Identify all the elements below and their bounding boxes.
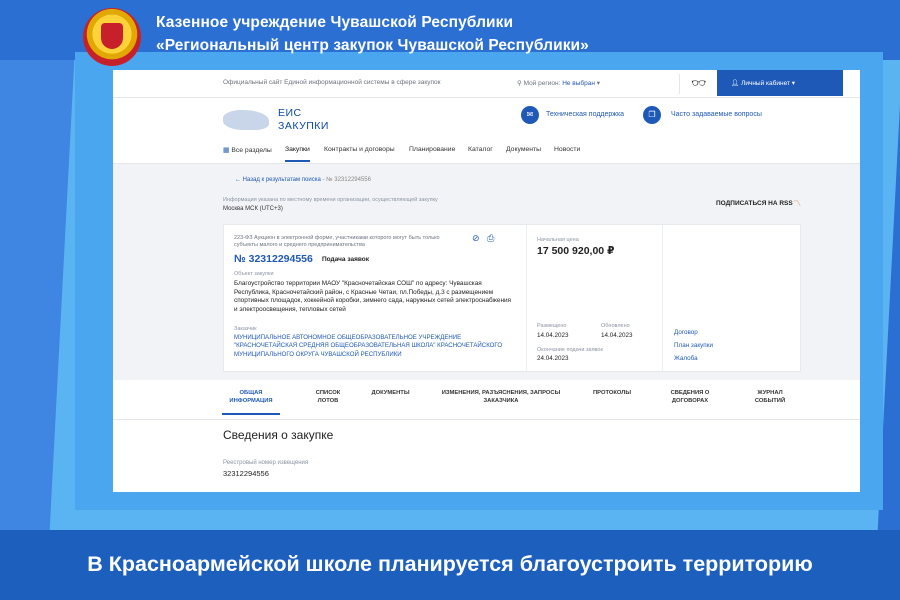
nav-catalog[interactable]: Каталог [468, 146, 493, 153]
tab-contracts-info[interactable]: СВЕДЕНИЯ О ДОГОВОРАХ [661, 390, 719, 405]
faq-link[interactable]: Часто задаваемые вопросы [671, 111, 762, 118]
chuvashia-emblem-icon [83, 8, 141, 66]
nav-documents[interactable]: Документы [506, 146, 541, 153]
updated-date: 14.04.2023 [601, 332, 633, 339]
placed-date: 14.04.2023 [537, 332, 569, 339]
tab-changes[interactable]: ИЗМЕНЕНИЯ, РАЗЪЯСНЕНИЯ, ЗАПРОСЫ ЗАКАЗЧИК… [435, 390, 567, 405]
news-caption: В Красноармейской школе планируется благ… [87, 552, 813, 576]
top-bar: Официальный сайт Единой информационной с… [113, 70, 860, 98]
support-icon[interactable]: ✉ [521, 106, 539, 124]
law-type: 223-ФЗ Аукцион в электронной форме, учас… [234, 235, 440, 248]
purchase-stage: Подача заявок [322, 256, 370, 263]
tab-general-info[interactable]: ОБЩАЯ ИНФОРМАЦИЯ [222, 390, 280, 415]
card-actions: ⊘ ⎙ [472, 233, 494, 244]
purchase-card: 223-ФЗ Аукцион в электронной форме, учас… [223, 224, 801, 372]
purchase-number-link[interactable]: № 32312294556 [234, 253, 313, 265]
rss-subscribe-link[interactable]: ПОДПИСАТЬСЯ НА RSS [716, 200, 793, 207]
timezone-note: Информация указана по местному времени о… [223, 197, 438, 203]
reg-number-value: 32312294556 [223, 469, 269, 478]
compass-icon[interactable]: ⊘ [472, 233, 480, 243]
region-selector[interactable]: ⚲ Мой регион: Не выбран ▾ [517, 79, 600, 87]
purchase-info-section: Сведения о закупке Реестровый номер изве… [113, 420, 860, 492]
personal-cabinet-button[interactable]: 👤︎ Личный кабинет ▾ [717, 70, 843, 96]
section-title: Сведения о закупке [223, 428, 334, 442]
object-label: Объект закупки [234, 271, 274, 277]
tab-documents[interactable]: ДОКУМЕНТЫ [363, 390, 418, 398]
updated-label: Обновлено [601, 323, 630, 329]
faq-icon[interactable]: ❐ [643, 106, 661, 124]
purchase-object: Благоустройство территории МАОУ "Красноч… [234, 280, 512, 313]
nav-all-sections[interactable]: ▦ Все разделы [223, 146, 272, 154]
reg-number-label: Реестровый номер извещения [223, 460, 309, 466]
deadline-label: Окончание подачи заявок [537, 347, 603, 353]
deadline-date: 24.04.2023 [537, 355, 569, 362]
main-nav: ▦ Все разделы Закупки Контракты и догово… [113, 140, 860, 164]
support-link[interactable]: Техническая поддержка [546, 111, 624, 118]
breadcrumb[interactable]: ← Назад к результатам поиска - № 3231229… [235, 177, 371, 183]
logo-eis[interactable]: ЕИС [278, 107, 302, 119]
nav-news[interactable]: Новости [554, 146, 580, 153]
org-title-line1: Казенное учреждение Чувашской Республики [156, 14, 514, 31]
customer-label: Заказчик [234, 326, 257, 332]
logo-zakupki[interactable]: ЗАКУПКИ [278, 120, 329, 132]
site-description: Официальный сайт Единой информационной с… [223, 79, 441, 86]
rss-icon[interactable]: 〽︎ [793, 198, 801, 209]
tab-protocols[interactable]: ПРОТОКОЛЫ [589, 390, 635, 398]
price-label: Начальная цена [537, 237, 579, 243]
initial-price: 17 500 920,00 ₽ [537, 245, 615, 257]
org-title-line2: «Региональный центр закупок Чувашской Ре… [156, 37, 589, 54]
print-icon[interactable]: ⎙ [487, 233, 494, 243]
nav-purchases[interactable]: Закупки [285, 146, 310, 162]
placed-label: Размещено [537, 323, 567, 329]
accessibility-glasses-icon[interactable]: 👓︎ [691, 76, 711, 90]
customer-link[interactable]: МУНИЦИПАЛЬНОЕ АВТОНОМНОЕ ОБЩЕОБРАЗОВАТЕЛ… [234, 334, 524, 359]
grid-icon: ▦ [223, 147, 230, 154]
purchase-plan-link[interactable]: План закупки [674, 342, 713, 349]
russia-map-logo-icon [223, 110, 269, 130]
timezone-value: Москва МСК (UTC+3) [223, 206, 283, 212]
tab-lots[interactable]: СПИСОК ЛОТОВ [309, 390, 347, 405]
tab-event-log[interactable]: ЖУРНАЛ СОБЫТИЙ [745, 390, 795, 405]
nav-contracts[interactable]: Контракты и договоры [324, 146, 395, 153]
eis-page-screenshot: Официальный сайт Единой информационной с… [113, 70, 860, 492]
contract-link[interactable]: Договор [674, 329, 698, 336]
complaint-link[interactable]: Жалоба [674, 355, 698, 362]
purchase-tabs: ОБЩАЯ ИНФОРМАЦИЯ СПИСОК ЛОТОВ ДОКУМЕНТЫ … [113, 380, 860, 420]
nav-planning[interactable]: Планирование [409, 146, 455, 153]
